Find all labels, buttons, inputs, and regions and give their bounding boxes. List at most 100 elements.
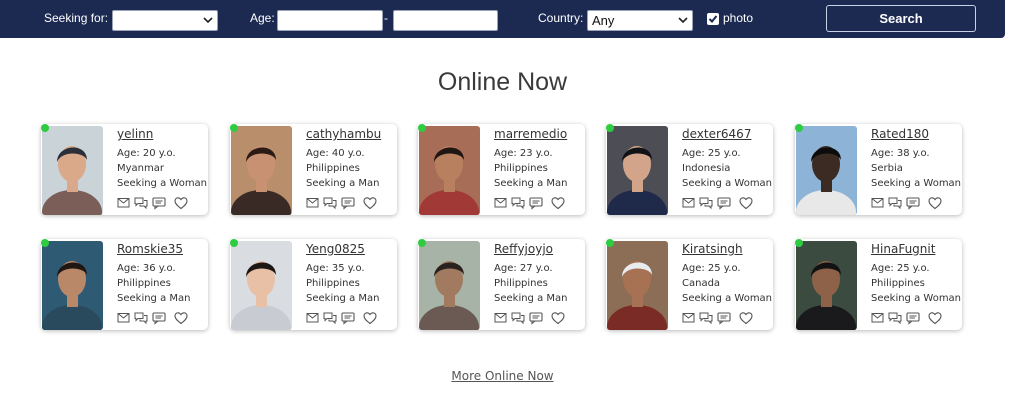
profile-photo[interactable]: [231, 126, 292, 215]
online-status-dot: [418, 124, 426, 132]
profile-country: Philippines: [494, 163, 548, 174]
message-icon[interactable]: [529, 311, 543, 325]
profile-username[interactable]: marremedio: [494, 127, 567, 141]
mail-icon[interactable]: [682, 196, 696, 210]
profile-photo[interactable]: [607, 126, 668, 215]
profile-photo[interactable]: [419, 126, 480, 215]
profile-seeking: Seeking a Woman: [871, 178, 962, 189]
profile-age: Age: 38 y.o.: [871, 148, 930, 159]
message-icon[interactable]: [341, 311, 355, 325]
mail-icon[interactable]: [871, 311, 885, 325]
profile-photo[interactable]: [796, 241, 857, 330]
chat-icon[interactable]: [323, 196, 337, 210]
mail-icon[interactable]: [494, 311, 508, 325]
profile-username[interactable]: cathyhambu: [306, 127, 381, 141]
profile-photo[interactable]: [796, 126, 857, 215]
age-label: Age:: [250, 11, 275, 25]
profile-card[interactable]: dexter6467 Age: 25 y.o. Indonesia Seekin…: [606, 124, 773, 215]
message-icon[interactable]: [906, 196, 920, 210]
profile-seeking: Seeking a Man: [494, 178, 568, 189]
message-icon[interactable]: [152, 196, 166, 210]
profile-photo[interactable]: [42, 126, 103, 215]
profile-card[interactable]: Romskie35 Age: 36 y.o. Philippines Seeki…: [41, 239, 208, 330]
message-icon[interactable]: [906, 311, 920, 325]
profile-username[interactable]: yelinn: [117, 127, 153, 141]
profile-card[interactable]: cathyhambu Age: 40 y.o. Philippines Seek…: [230, 124, 397, 215]
chat-icon[interactable]: [511, 196, 525, 210]
mail-icon[interactable]: [871, 196, 885, 210]
message-icon[interactable]: [529, 196, 543, 210]
chat-icon[interactable]: [699, 196, 713, 210]
profile-photo[interactable]: [42, 241, 103, 330]
profile-photo[interactable]: [607, 241, 668, 330]
profile-country: Philippines: [871, 278, 925, 289]
heart-icon[interactable]: [928, 311, 942, 325]
chat-icon[interactable]: [134, 196, 148, 210]
seeking-label: Seeking for:: [44, 11, 109, 25]
heart-icon[interactable]: [363, 196, 377, 210]
profile-card[interactable]: HinaFugnit Age: 25 y.o. Philippines Seek…: [795, 239, 962, 330]
mail-icon[interactable]: [306, 311, 320, 325]
heart-icon[interactable]: [551, 196, 565, 210]
seeking-select[interactable]: [112, 10, 218, 31]
profile-seeking: Seeking a Man: [117, 293, 191, 304]
profile-age: Age: 23 y.o.: [494, 148, 553, 159]
chat-icon[interactable]: [699, 311, 713, 325]
mail-icon[interactable]: [117, 196, 131, 210]
message-icon[interactable]: [717, 196, 731, 210]
profile-seeking: Seeking a Woman: [682, 293, 773, 304]
mail-icon[interactable]: [682, 311, 696, 325]
mail-icon[interactable]: [306, 196, 320, 210]
heart-icon[interactable]: [174, 311, 188, 325]
profile-username[interactable]: Yeng0825: [306, 242, 365, 256]
chat-icon[interactable]: [888, 311, 902, 325]
online-status-dot: [606, 124, 614, 132]
heart-icon[interactable]: [739, 311, 753, 325]
profile-country: Serbia: [871, 163, 903, 174]
profile-photo[interactable]: [419, 241, 480, 330]
profile-card[interactable]: Kiratsingh Age: 25 y.o. Canada Seeking a…: [606, 239, 773, 330]
age-to-input[interactable]: [393, 10, 498, 31]
profile-username[interactable]: Kiratsingh: [682, 242, 743, 256]
profile-seeking: Seeking a Woman: [871, 293, 962, 304]
chat-icon[interactable]: [323, 311, 337, 325]
profile-card[interactable]: yelinn Age: 20 y.o. Myanmar Seeking a Wo…: [41, 124, 208, 215]
age-from-input[interactable]: [277, 10, 383, 31]
photo-checkbox[interactable]: [707, 13, 719, 25]
profile-card[interactable]: Reffyjoyjo Age: 27 y.o. Philippines Seek…: [418, 239, 585, 330]
profile-card[interactable]: Yeng0825 Age: 35 y.o. Philippines Seekin…: [230, 239, 397, 330]
profile-card[interactable]: Rated180 Age: 38 y.o. Serbia Seeking a W…: [795, 124, 962, 215]
chat-icon[interactable]: [511, 311, 525, 325]
mail-icon[interactable]: [494, 196, 508, 210]
heart-icon[interactable]: [363, 311, 377, 325]
heart-icon[interactable]: [551, 311, 565, 325]
profile-username[interactable]: Romskie35: [117, 242, 183, 256]
profile-username[interactable]: Reffyjoyjo: [494, 242, 553, 256]
online-status-dot: [41, 124, 49, 132]
profile-country: Indonesia: [682, 163, 731, 174]
more-online-link[interactable]: More Online Now: [0, 369, 1005, 383]
profile-username[interactable]: HinaFugnit: [871, 242, 935, 256]
profile-seeking: Seeking a Woman: [117, 178, 208, 189]
profile-photo[interactable]: [231, 241, 292, 330]
heart-icon[interactable]: [739, 196, 753, 210]
search-bar: Seeking for: Age: - Country: Any photo S…: [0, 0, 1005, 38]
message-icon[interactable]: [341, 196, 355, 210]
message-icon[interactable]: [717, 311, 731, 325]
chat-icon[interactable]: [134, 311, 148, 325]
mail-icon[interactable]: [117, 311, 131, 325]
profile-card[interactable]: marremedio Age: 23 y.o. Philippines Seek…: [418, 124, 585, 215]
profile-age: Age: 25 y.o.: [682, 263, 741, 274]
message-icon[interactable]: [152, 311, 166, 325]
profile-country: Philippines: [306, 278, 360, 289]
profile-age: Age: 20 y.o.: [117, 148, 176, 159]
heart-icon[interactable]: [928, 196, 942, 210]
country-select[interactable]: Any: [587, 10, 693, 31]
heart-icon[interactable]: [174, 196, 188, 210]
country-label: Country:: [538, 11, 584, 25]
profile-username[interactable]: Rated180: [871, 127, 929, 141]
profile-username[interactable]: dexter6467: [682, 127, 751, 141]
search-button[interactable]: Search: [826, 5, 976, 32]
chat-icon[interactable]: [888, 196, 902, 210]
profile-country: Philippines: [117, 278, 171, 289]
